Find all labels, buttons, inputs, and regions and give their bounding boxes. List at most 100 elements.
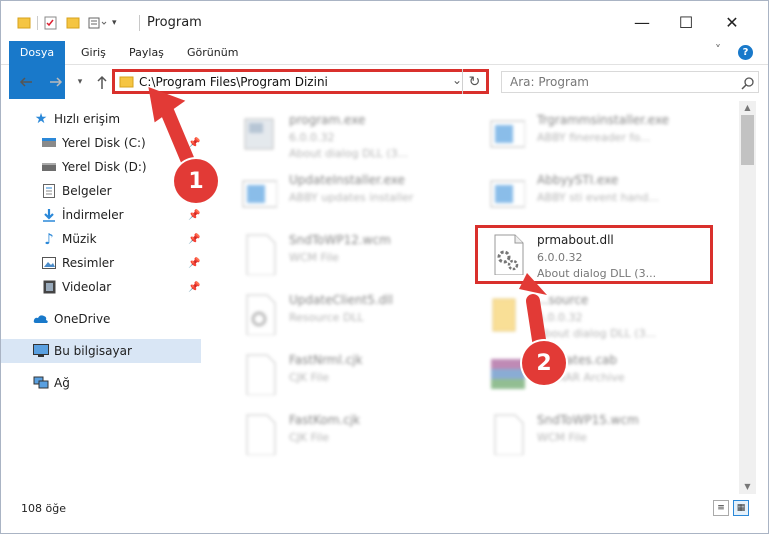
title-bar: ▾ Program — ☐ ✕ [1,1,768,41]
tab-view[interactable]: Görünüm [177,41,248,65]
downloads-icon [41,207,57,223]
sidebar-item-disk-c[interactable]: Yerel Disk (C:) 📌 [1,131,201,155]
drive-icon [41,135,57,151]
file-name: ...source [537,293,589,307]
quick-access-toolbar: ▾ [17,13,117,33]
file-detail: ABBY updates installer [289,191,414,204]
file-detail: 6.0.0.32 [289,131,335,144]
item-count: 108 öğe [21,502,66,515]
archive-icon [491,359,525,389]
recent-locations-icon[interactable]: ▾ [69,71,91,93]
scroll-down-icon[interactable]: ▼ [739,480,756,494]
tiles-view-icon[interactable]: ▦ [733,500,749,516]
tab-home[interactable]: Giriş [71,41,116,65]
file-name: UpdateClient5.dll [289,293,393,307]
address-path[interactable]: C:\Program Files\Program Dizini [139,75,328,89]
properties-icon[interactable] [44,16,58,30]
file-name: FastNrml.cjk [289,353,363,367]
scroll-thumb[interactable] [741,115,754,165]
sidebar-item-label: Müzik [62,232,97,246]
sidebar-item-this-pc[interactable]: Bu bilgisayar [1,339,201,363]
file-item[interactable]: UpdateClient5.dll Resource DLL [229,287,469,345]
drive-icon [41,159,57,175]
pin-icon[interactable]: 📌 [188,258,200,269]
search-input[interactable]: Ara: Program [501,71,759,93]
file-detail: About dialog DLL (3... [537,327,657,340]
file-highlight-box [475,225,713,284]
refresh-button[interactable]: ↻ [462,69,486,94]
vertical-scrollbar[interactable]: ▲ ▼ [739,101,756,494]
cloud-icon [33,311,49,327]
back-arrow-icon [19,77,32,87]
sidebar-item-documents[interactable]: Belgeler 📌 [1,179,201,203]
file-item[interactable]: AbbyySTI.exe ABBY sti event hand... [477,167,717,225]
up-arrow-icon [97,75,107,89]
network-icon [33,375,49,391]
file-item[interactable]: UpdateInstaller.exe ABBY updates install… [229,167,469,225]
customize-toolbar-icon[interactable]: ▾ [112,18,117,28]
file-icon [246,414,276,455]
pin-icon[interactable]: 📌 [188,210,200,221]
close-button[interactable]: ✕ [710,7,754,37]
file-item[interactable]: ...ificates.cab WinRAR Archive [477,347,717,405]
folder-icon [492,298,516,332]
address-bar[interactable]: C:\Program Files\Program Dizini ⌄ ↻ [112,69,489,94]
sidebar-item-disk-d[interactable]: Yerel Disk (D:) [1,155,201,179]
music-icon: ♪ [44,230,54,248]
folder-icon [119,76,134,88]
ribbon-expand-icon[interactable]: ˅ [715,43,721,57]
back-button[interactable] [15,71,37,93]
sidebar-item-label: Belgeler [62,184,112,198]
search-icon[interactable] [741,76,755,90]
installer-icon [490,120,525,148]
sidebar-item-network[interactable]: Ağ [1,371,201,395]
file-item[interactable]: SndToWP15.wcm WCM File [477,407,717,465]
file-name: AbbyySTI.exe [537,173,619,187]
tab-share[interactable]: Paylaş [119,41,174,65]
file-icon [246,234,276,275]
window-title: Program [147,15,202,30]
pin-icon[interactable]: 📌 [188,282,200,293]
pin-icon[interactable]: 📌 [188,138,200,149]
installer-icon [242,180,277,208]
minimize-button[interactable]: — [620,7,664,37]
help-icon[interactable]: ? [738,45,753,60]
navigation-row: ▾ C:\Program Files\Program Dizini ⌄ ↻ Ar… [1,65,768,101]
computer-icon [33,343,49,359]
file-item[interactable]: FastNrml.cjk CJK File [229,347,469,405]
sidebar-item-label: Resimler [62,256,115,270]
sidebar-item-label: Ağ [54,376,70,390]
file-item[interactable]: SndToWP12.wcm WCM File [229,227,469,285]
chevron-down-icon[interactable]: ⌄ [452,73,462,87]
layout-icon[interactable] [88,16,108,30]
file-detail: ABBY sti event hand... [537,191,659,204]
pin-icon[interactable]: 📌 [188,234,200,245]
new-folder-icon[interactable] [66,16,80,30]
sidebar-item-pictures[interactable]: Resimler 📌 [1,251,201,275]
sidebar-item-downloads[interactable]: İndirmeler 📌 [1,203,201,227]
nav-quick-access[interactable]: ★ Hızlı erişim [1,107,201,131]
exe-icon [244,118,274,150]
file-item[interactable]: ...source 6.0.0.32 About dialog DLL (3..… [477,287,717,345]
up-button[interactable] [91,71,113,93]
step-badge-1: 1 [174,159,218,203]
file-item[interactable]: program.exe 6.0.0.32 About dialog DLL (3… [229,107,469,165]
sidebar-item-label: Yerel Disk (D:) [62,160,147,174]
file-detail: 6.0.0.32 [537,311,583,324]
folder-icon[interactable] [17,16,31,30]
sidebar-item-music[interactable]: ♪ Müzik 📌 [1,227,201,251]
file-item[interactable]: FastKom.cjk CJK File [229,407,469,465]
maximize-button[interactable]: ☐ [664,7,708,37]
ribbon-tabs: Dosya Giriş Paylaş Görünüm ˅ ? [1,41,768,99]
file-icon [246,354,276,395]
file-item[interactable]: Trgrammsinstaller.exe ABBY finereader fo… [477,107,717,165]
scroll-up-icon[interactable]: ▲ [739,101,756,115]
details-view-icon[interactable]: ≡ [713,500,729,516]
sidebar-item-videos[interactable]: Videolar 📌 [1,275,201,299]
file-list: program.exe 6.0.0.32 About dialog DLL (3… [209,101,739,494]
status-bar: 108 öğe ≡ ▦ [1,494,768,533]
pictures-icon [41,255,57,271]
forward-button[interactable] [45,71,67,93]
dll-gear-icon [246,294,276,335]
sidebar-item-onedrive[interactable]: OneDrive [1,307,201,331]
